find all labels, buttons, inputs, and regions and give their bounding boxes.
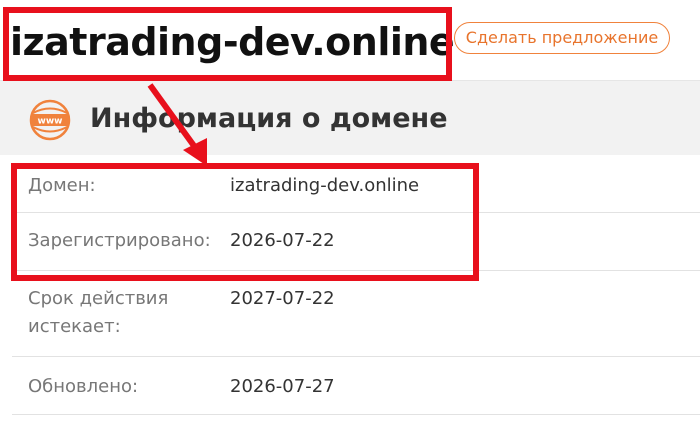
domain-info-header: www Информация о домене	[0, 80, 700, 155]
domain-title: izatrading-dev.online	[10, 20, 455, 64]
info-label: Обновлено:	[28, 376, 139, 397]
info-row-registered: Зарегистрировано: 2026-07-22	[12, 213, 700, 271]
info-value: 2026-07-22	[230, 230, 335, 251]
www-globe-icon: www	[29, 99, 71, 141]
domain-info-table: Домен: izatrading-dev.online Зарегистрир…	[12, 158, 700, 415]
info-label: Зарегистрировано:	[28, 230, 211, 251]
www-icon-label: www	[38, 117, 63, 127]
info-value: 2027-07-22	[230, 288, 335, 309]
info-row-updated: Обновлено: 2026-07-27	[12, 357, 700, 415]
info-value: 2026-07-27	[230, 376, 335, 397]
info-label: Срок действия истекает:	[28, 288, 169, 337]
info-value: izatrading-dev.online	[230, 175, 420, 196]
info-row-domain: Домен: izatrading-dev.online	[12, 158, 700, 213]
section-title: Информация о домене	[90, 103, 448, 134]
info-row-expires: Срок действия истекает: 2027-07-22	[12, 271, 700, 357]
info-label: Домен:	[28, 175, 96, 196]
top-bar: izatrading-dev.online Сделать предложени…	[0, 0, 700, 80]
make-offer-button[interactable]: Сделать предложение	[454, 22, 670, 54]
